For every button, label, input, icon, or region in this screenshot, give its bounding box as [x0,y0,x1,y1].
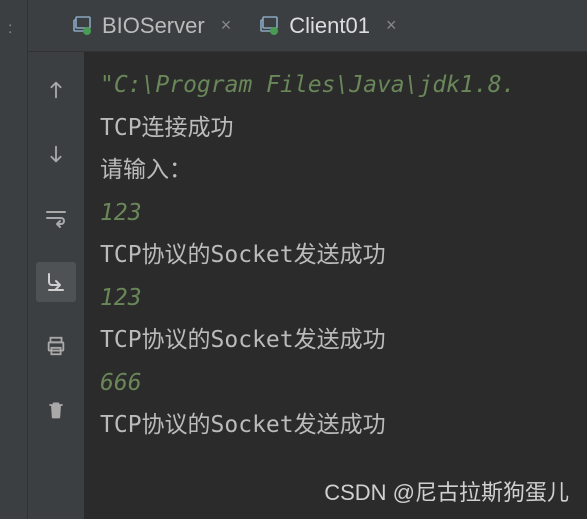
console-line: "C:\Program Files\Java\jdk1.8. [100,64,571,107]
console-line: 123 [100,277,571,320]
console-line: TCP协议的Socket发送成功 [100,319,571,362]
left-gutter: : [0,0,28,519]
gutter-label: : [8,20,12,38]
watermark: CSDN @尼古拉斯狗蛋儿 [324,475,569,507]
scroll-down-button[interactable] [36,134,76,174]
close-icon[interactable]: × [386,15,397,36]
soft-wrap-button[interactable] [36,198,76,238]
console-line: TCP连接成功 [100,107,571,150]
scroll-up-button[interactable] [36,70,76,110]
close-icon[interactable]: × [221,15,232,36]
console-line: 请输入： [100,149,571,192]
console-line: TCP协议的Socket发送成功 [100,234,571,277]
tab-bioserver[interactable]: BIOServer × [58,5,245,47]
clear-all-button[interactable] [36,390,76,430]
run-config-icon [72,16,92,36]
print-button[interactable] [36,326,76,366]
console-line: TCP协议的Socket发送成功 [100,404,571,447]
console-output[interactable]: "C:\Program Files\Java\jdk1.8. TCP连接成功 请… [84,52,587,519]
tabs-bar: BIOServer × Client01 × [28,0,587,52]
console-toolbar [28,52,84,519]
console-line: 666 [100,362,571,405]
tab-label: Client01 [289,13,370,39]
tab-label: BIOServer [102,13,205,39]
console-line: 123 [100,192,571,235]
scroll-to-end-button[interactable] [36,262,76,302]
tab-client01[interactable]: Client01 × [245,5,410,47]
run-config-icon [259,16,279,36]
